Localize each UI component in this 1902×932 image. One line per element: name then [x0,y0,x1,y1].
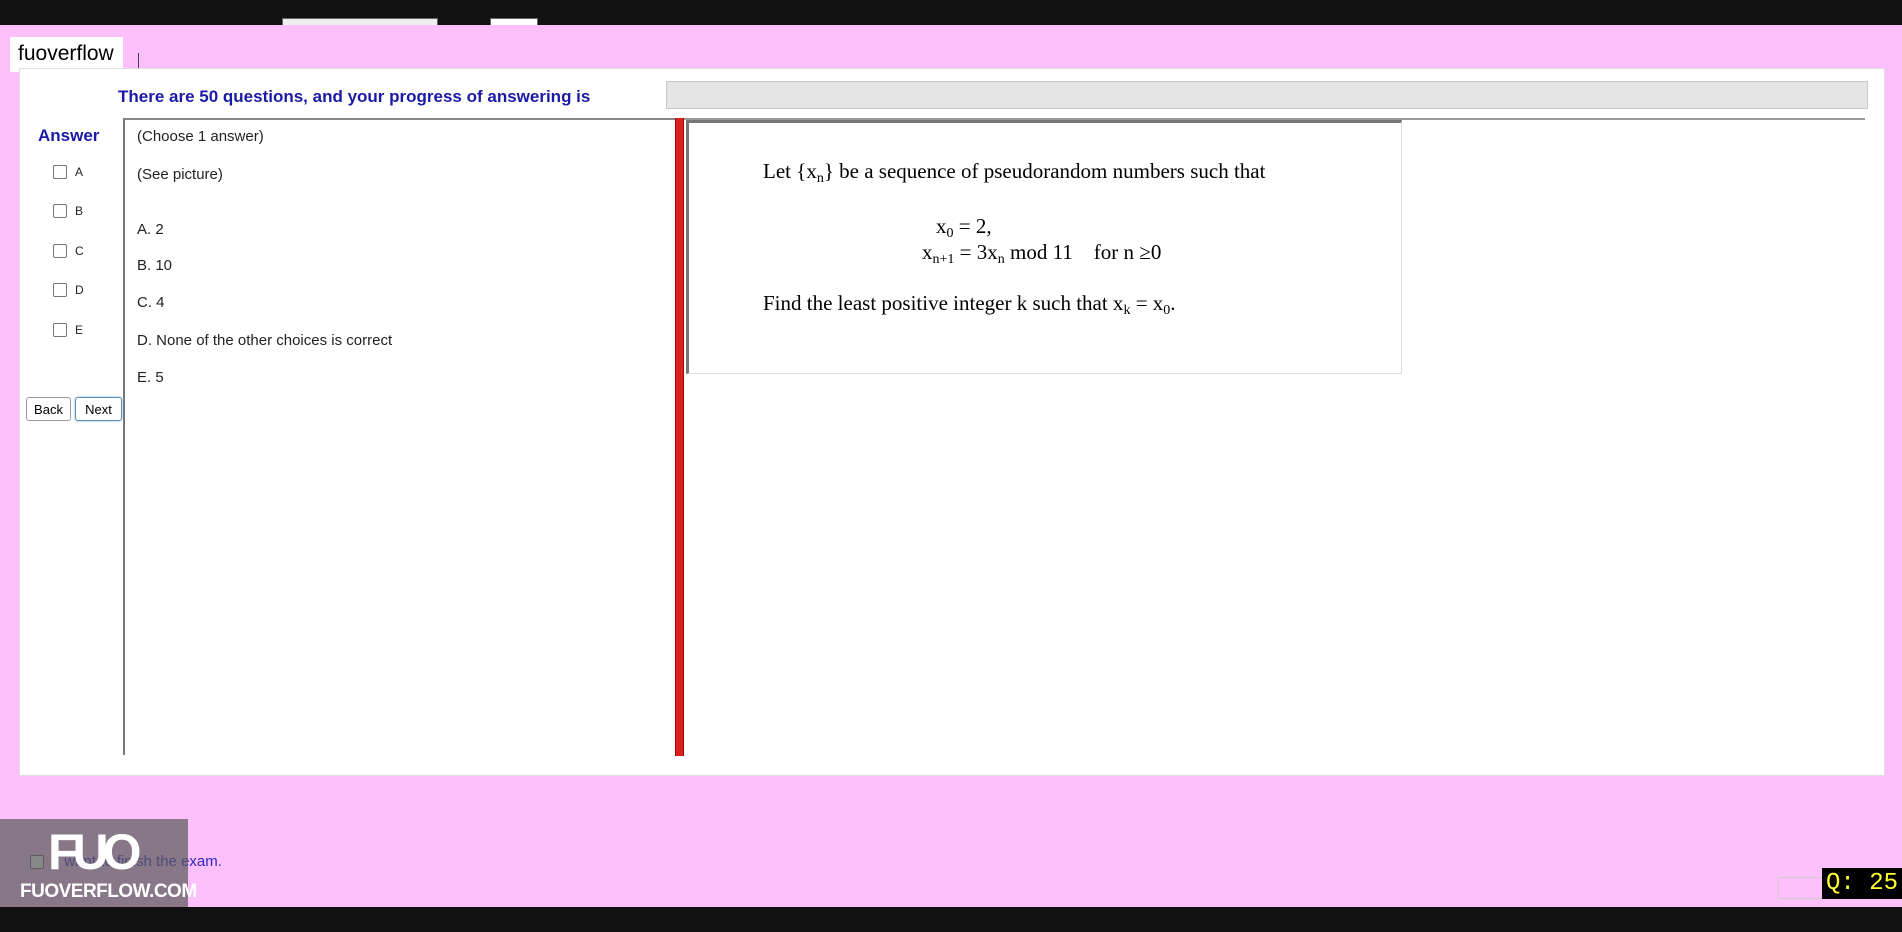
choice-item: B. 10 [137,257,173,274]
choice-item: A. 2 [137,221,164,238]
text-caret [138,53,139,69]
answer-option-b[interactable]: B [53,202,83,220]
answer-option-d[interactable]: D [53,281,84,299]
question-equation-1: x0 = 2, [936,214,992,241]
answer-label-c: C [75,244,84,258]
see-picture-note: (See picture) [137,166,223,183]
panel-splitter[interactable] [675,118,684,756]
answer-label-b: B [75,204,84,218]
bottom-bar [0,907,1902,932]
progress-label: There are 50 questions, and your progres… [118,87,591,106]
progress-bar [666,81,1868,109]
logo-mark: FUO [48,824,142,880]
back-button[interactable]: Back [26,397,71,421]
answer-title: Answer [38,126,100,145]
choose-instruction: (Choose 1 answer) [137,128,264,145]
top-dropdown[interactable] [282,18,438,25]
answer-checkbox-a[interactable] [53,165,67,179]
question-equation-2: xn+1 = 3xn mod 11 for n ≥0 [922,240,1162,267]
answer-label-a: A [75,165,84,179]
answer-option-e[interactable]: E [53,321,83,339]
answer-option-a[interactable]: A [53,163,83,181]
answer-checkbox-b[interactable] [53,204,67,218]
question-jump-input[interactable] [1778,877,1824,899]
choices-panel: (Choose 1 answer) (See picture) A. 2 B. … [123,118,677,755]
question-intro: Let {xn} be a sequence of pseudorandom n… [763,159,1266,186]
answer-checkbox-d[interactable] [53,283,67,297]
top-bar [0,0,1902,25]
answer-label-e: E [75,323,84,337]
answer-checkbox-e[interactable] [53,323,67,337]
question-counter: Q: 25 [1822,868,1902,899]
top-input[interactable] [490,18,538,25]
next-button[interactable]: Next [75,397,122,421]
watermark-logo: FUO FUOVERFLOW.COM [0,819,197,907]
brand-label: fuoverflow [10,37,123,72]
answer-option-c[interactable]: C [53,242,84,260]
question-image: Let {xn} be a sequence of pseudorandom n… [686,120,1402,374]
question-find: Find the least positive integer k such t… [763,291,1176,318]
answer-checkbox-c[interactable] [53,244,67,258]
choice-item: D. None of the other choices is correct [137,332,393,349]
choice-item: C. 4 [137,294,165,311]
logo-site: FUOVERFLOW.COM [20,881,197,902]
answer-label-d: D [75,283,84,297]
choice-item: E. 5 [137,369,164,386]
